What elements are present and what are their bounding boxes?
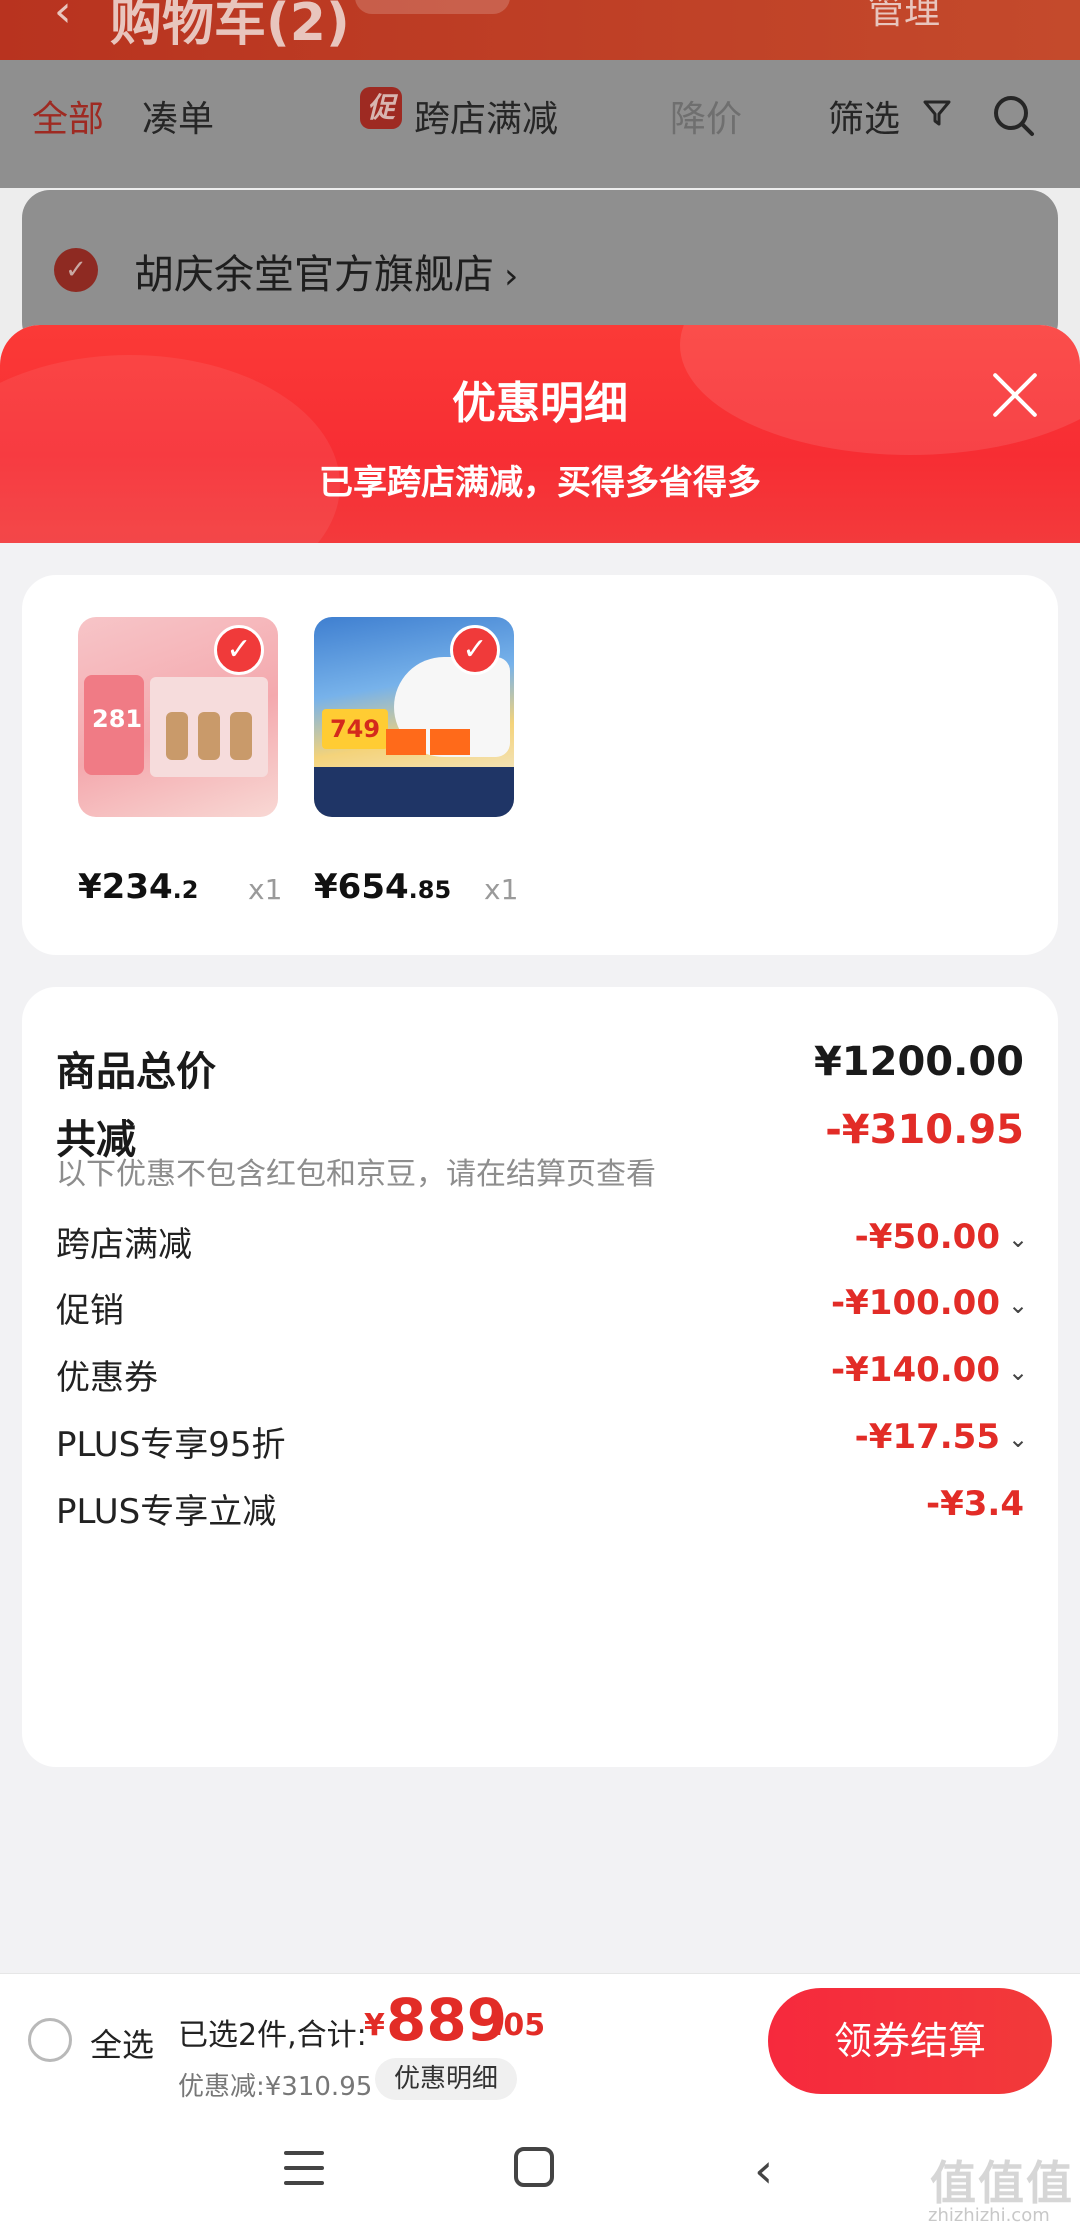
chevron-down-icon[interactable]: ⌄: [1008, 1425, 1028, 1453]
filter-icon[interactable]: [922, 98, 952, 128]
search-icon[interactable]: [990, 92, 1038, 140]
tab-all[interactable]: 全部: [32, 90, 104, 142]
sum-integer: 889: [386, 1986, 508, 2054]
product-price: ¥654.85: [314, 867, 452, 907]
select-all-label[interactable]: 全选: [90, 2020, 154, 2066]
sheet-title: 优惠明细: [452, 378, 628, 429]
tab-filter[interactable]: 筛选: [828, 90, 900, 142]
selected-check-icon[interactable]: ✓: [450, 625, 500, 675]
sheet-subtitle: 已享跨店满减，买得多省得多: [319, 463, 761, 503]
sum-currency: ¥: [364, 2008, 385, 2043]
close-icon[interactable]: [990, 370, 1040, 420]
products-card: 281 ✓ ¥234.2 x1 749 ✓ ¥654.85 x1: [22, 575, 1058, 955]
chevron-down-icon[interactable]: ⌄: [1008, 1225, 1028, 1253]
filter-tabs: 全部 凑单 促 跨店满减 降价 筛选: [0, 60, 1080, 188]
discount-detail-sheet: 优惠明细 已享跨店满减，买得多省得多 281 ✓ ¥234.2 x1 749 ✓…: [0, 325, 1080, 1975]
product-thumbnail[interactable]: 281 ✓: [78, 617, 278, 817]
tab-cross-store[interactable]: 跨店满减: [414, 90, 558, 142]
top-app-bar: ‹ 购物车(2) 管理: [0, 0, 1080, 60]
store-name[interactable]: 胡庆余堂官方旗舰店 ›: [134, 242, 518, 300]
back-nav-icon[interactable]: ‹: [754, 2143, 773, 2199]
page-title: 购物车(2): [110, 0, 350, 53]
chevron-down-icon[interactable]: ⌄: [1008, 1291, 1028, 1319]
product-qty: x1: [248, 873, 283, 906]
system-nav-bar: ‹ 值值值 zhizhizhi.com: [0, 2109, 1080, 2239]
tab-price-drop[interactable]: 降价: [670, 90, 742, 142]
tab-coudan[interactable]: 凑单: [142, 90, 214, 142]
total-reduce-value: -¥310.95: [825, 1107, 1024, 1153]
checkout-button[interactable]: 领券结算: [768, 1988, 1052, 2094]
back-icon[interactable]: ‹: [54, 0, 72, 37]
manage-button[interactable]: 管理: [868, 0, 940, 34]
sheet-header: 优惠明细 已享跨店满减，买得多省得多: [0, 325, 1080, 543]
sum-decimal: .05: [492, 2008, 546, 2043]
price-summary-card: 商品总价 ¥1200.00 共减 -¥310.95 以下优惠不包含红包和京豆，请…: [22, 987, 1058, 1767]
watermark-site: zhizhizhi.com: [928, 2205, 1050, 2226]
recent-apps-icon[interactable]: [284, 2149, 324, 2187]
select-all-radio[interactable]: [28, 2018, 72, 2062]
promo-badge-icon: 促: [360, 87, 402, 129]
product-thumbnail[interactable]: 749 ✓: [314, 617, 514, 817]
selected-check-icon[interactable]: ✓: [214, 625, 264, 675]
home-icon[interactable]: [514, 2147, 554, 2187]
watermark-logo: 值值值: [930, 2156, 1074, 2210]
product-qty: x1: [484, 873, 519, 906]
selected-count-text: 已选2件,合计:: [178, 2018, 367, 2053]
checkout-bar: 全选 已选2件,合计: ¥ 889 .05 优惠减:¥310.95 优惠明细 领…: [0, 1973, 1080, 2109]
total-price-label: 商品总价: [56, 1049, 216, 1095]
product-price: ¥234.2: [78, 867, 199, 907]
store-check-icon[interactable]: ✓: [54, 248, 98, 292]
discount-detail-button[interactable]: 优惠明细: [375, 2058, 517, 2100]
discount-amount: 优惠减:¥310.95: [178, 2072, 373, 2102]
total-price-value: ¥1200.00: [813, 1039, 1024, 1085]
location-pill[interactable]: [355, 0, 510, 14]
discount-note: 以下优惠不包含红包和京豆，请在结算页查看: [56, 1157, 656, 1192]
chevron-down-icon[interactable]: ⌄: [1008, 1358, 1028, 1386]
